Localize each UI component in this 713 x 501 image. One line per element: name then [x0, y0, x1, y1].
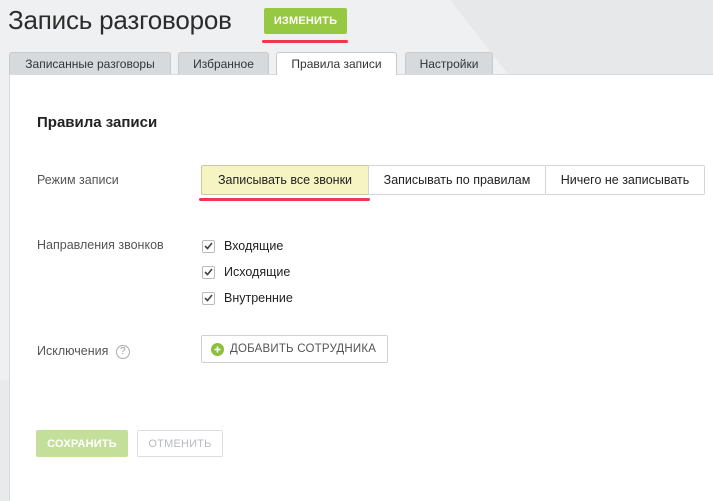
add-employee-button[interactable]: ДОБАВИТЬ СОТРУДНИКА [201, 335, 388, 363]
mode-option-record-nothing[interactable]: Ничего не записывать [545, 165, 705, 195]
mode-highlight [199, 198, 370, 201]
direction-internal[interactable]: Внутренние [202, 290, 293, 306]
check-icon[interactable] [202, 291, 215, 305]
tab-recorded-calls[interactable]: Записанные разговоры [9, 52, 171, 74]
mode-option-by-rules[interactable]: Записывать по правилам [368, 165, 546, 195]
check-icon[interactable] [202, 239, 215, 253]
direction-incoming[interactable]: Входящие [202, 238, 283, 254]
edit-button[interactable]: ИЗМЕНИТЬ [264, 8, 347, 34]
direction-internal-label: Внутренние [224, 291, 293, 305]
exclusions-row: Исключения ? [37, 344, 130, 359]
tab-settings[interactable]: Настройки [405, 52, 493, 74]
edit-button-highlight [262, 40, 348, 43]
save-button[interactable]: СОХРАНИТЬ [36, 430, 128, 457]
help-icon[interactable]: ? [115, 344, 130, 359]
direction-outgoing-label: Исходящие [224, 265, 291, 279]
tab-recording-rules[interactable]: Правила записи [276, 52, 397, 75]
mode-option-record-all[interactable]: Записывать все звонки [201, 165, 369, 195]
direction-incoming-label: Входящие [224, 239, 284, 253]
plus-circle-icon [211, 342, 224, 356]
mode-selector: Записывать все звонки Записывать по прав… [201, 165, 705, 195]
directions-label: Направления звонков [37, 238, 164, 252]
cancel-button[interactable]: ОТМЕНИТЬ [137, 430, 223, 457]
direction-outgoing[interactable]: Исходящие [202, 264, 290, 280]
exclusions-label: Исключения [37, 344, 109, 358]
page-title: Запись разговоров [8, 5, 232, 35]
tab-favorites[interactable]: Избранное [178, 52, 269, 74]
add-employee-label: ДОБАВИТЬ СОТРУДНИКА [230, 343, 377, 355]
check-icon[interactable] [202, 265, 215, 279]
section-title: Правила записи [37, 114, 158, 131]
mode-label: Режим записи [37, 173, 119, 187]
